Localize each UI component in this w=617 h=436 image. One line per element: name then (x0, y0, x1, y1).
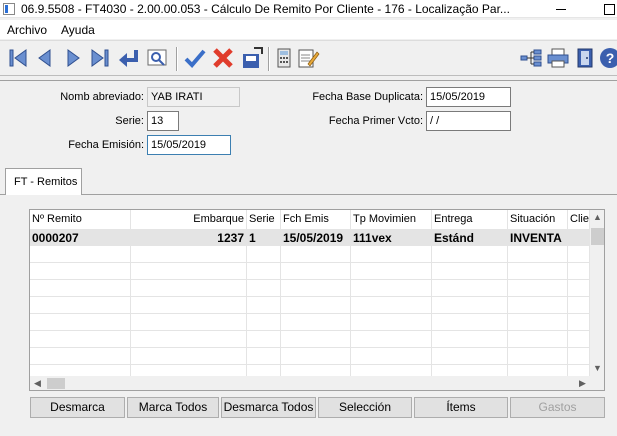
horizontal-scrollbar[interactable]: ◀ ▶ (30, 376, 590, 390)
column-header-cliente[interactable]: Clier (568, 210, 590, 229)
toolbar: ? (0, 40, 617, 76)
horizontal-scroll-thumb[interactable] (47, 378, 65, 389)
next-record-icon[interactable] (62, 46, 86, 70)
fecha-primer-vcto-label: Fecha Primer Vcto: (328, 115, 423, 127)
table-row[interactable] (30, 297, 590, 314)
serie-field[interactable]: 13 (147, 111, 179, 131)
nomb-abreviado-field: YAB IRATI (147, 87, 240, 107)
cell-situacion: INVENTA (508, 229, 568, 246)
cell-n-remito: 0000207 (30, 229, 131, 246)
menu-ayuda[interactable]: Ayuda (54, 23, 102, 37)
cell-entrega: Estánd (432, 229, 508, 246)
previous-record-icon[interactable] (32, 46, 56, 70)
desmarca-todos-button[interactable]: Desmarca Todos (221, 397, 316, 418)
title-bar: 06.9.5508 - FT4030 - 2.00.00.053 - Cálcu… (0, 0, 617, 18)
scroll-up-icon[interactable]: ▲ (590, 210, 604, 225)
scroll-corner (590, 376, 604, 390)
first-record-icon[interactable] (6, 46, 30, 70)
return-icon[interactable] (117, 46, 141, 70)
vertical-scrollbar[interactable]: ▲ ▼ (590, 210, 604, 376)
table-row[interactable]: 0000207 1237 1 15/05/2019 111vex Estánd … (30, 229, 590, 246)
marca-todos-button[interactable]: Marca Todos (127, 397, 219, 418)
grid-rows: 0000207 1237 1 15/05/2019 111vex Estánd … (30, 229, 590, 382)
column-header-entrega[interactable]: Entrega (432, 210, 508, 229)
app-icon (3, 2, 15, 15)
tab-ft-remitos[interactable]: FT - Remitos (5, 168, 82, 196)
seleccion-button[interactable]: Selección (318, 397, 412, 418)
cell-cliente (568, 229, 590, 246)
column-header-fch-emis[interactable]: Fch Emis (281, 210, 351, 229)
calculator-icon[interactable] (272, 46, 296, 70)
save-icon[interactable] (240, 46, 264, 70)
table-row[interactable] (30, 263, 590, 280)
column-header-tp-movimien[interactable]: Tp Movimien (351, 210, 432, 229)
column-header-embarque[interactable]: Embarque (131, 210, 247, 229)
confirm-icon[interactable] (183, 46, 207, 70)
table-row[interactable] (30, 348, 590, 365)
fecha-primer-vcto-field[interactable]: / / (426, 111, 511, 131)
table-row[interactable] (30, 280, 590, 297)
notepad-icon[interactable] (296, 46, 320, 70)
gastos-button[interactable]: Gastos (510, 397, 605, 418)
menu-bar: Archivo Ayuda (0, 20, 617, 39)
remitos-grid[interactable]: Nº Remito Embarque Serie Fch Emis Tp Mov… (29, 209, 605, 391)
help-icon[interactable]: ? (598, 46, 617, 70)
desmarca-button[interactable]: Desmarca (30, 397, 125, 418)
cell-fch-emis: 15/05/2019 (281, 229, 351, 246)
tab-strip: FT - Remitos (0, 165, 617, 196)
column-header-situacion[interactable]: Situación (508, 210, 568, 229)
nomb-abreviado-label: Nomb abreviado: (60, 91, 144, 103)
window-title: 06.9.5508 - FT4030 - 2.00.00.053 - Cálcu… (21, 1, 510, 16)
table-row[interactable] (30, 314, 590, 331)
serie-label: Serie: (115, 115, 144, 127)
menu-archivo[interactable]: Archivo (0, 23, 54, 37)
tree-icon[interactable] (519, 46, 543, 70)
items-button[interactable]: Ítems (414, 397, 508, 418)
minimize-button[interactable] (550, 0, 572, 18)
print-icon[interactable] (546, 46, 570, 70)
last-record-icon[interactable] (88, 46, 112, 70)
scroll-right-icon[interactable]: ▶ (575, 376, 590, 390)
column-header-n-remito[interactable]: Nº Remito (30, 210, 131, 229)
scroll-down-icon[interactable]: ▼ (590, 361, 604, 376)
svg-text:?: ? (606, 50, 615, 66)
column-header-serie[interactable]: Serie (247, 210, 281, 229)
grid-header: Nº Remito Embarque Serie Fch Emis Tp Mov… (30, 210, 590, 229)
cell-tp-movimien: 111vex (351, 229, 432, 246)
maximize-button[interactable] (600, 0, 617, 18)
cell-embarque: 1237 (131, 229, 247, 246)
table-row[interactable] (30, 246, 590, 263)
preview-icon[interactable] (145, 46, 169, 70)
cell-serie: 1 (247, 229, 281, 246)
exit-icon[interactable] (573, 46, 597, 70)
fecha-emision-label: Fecha Emisión: (68, 139, 144, 151)
fecha-base-duplicata-label: Fecha Base Duplicata: (312, 91, 423, 103)
cancel-icon[interactable] (211, 46, 235, 70)
scroll-left-icon[interactable]: ◀ (30, 376, 45, 390)
fecha-base-duplicata-field[interactable]: 15/05/2019 (426, 87, 511, 107)
vertical-scroll-thumb[interactable] (591, 228, 604, 245)
fecha-emision-field[interactable]: 15/05/2019 (147, 135, 231, 155)
table-row[interactable] (30, 331, 590, 348)
